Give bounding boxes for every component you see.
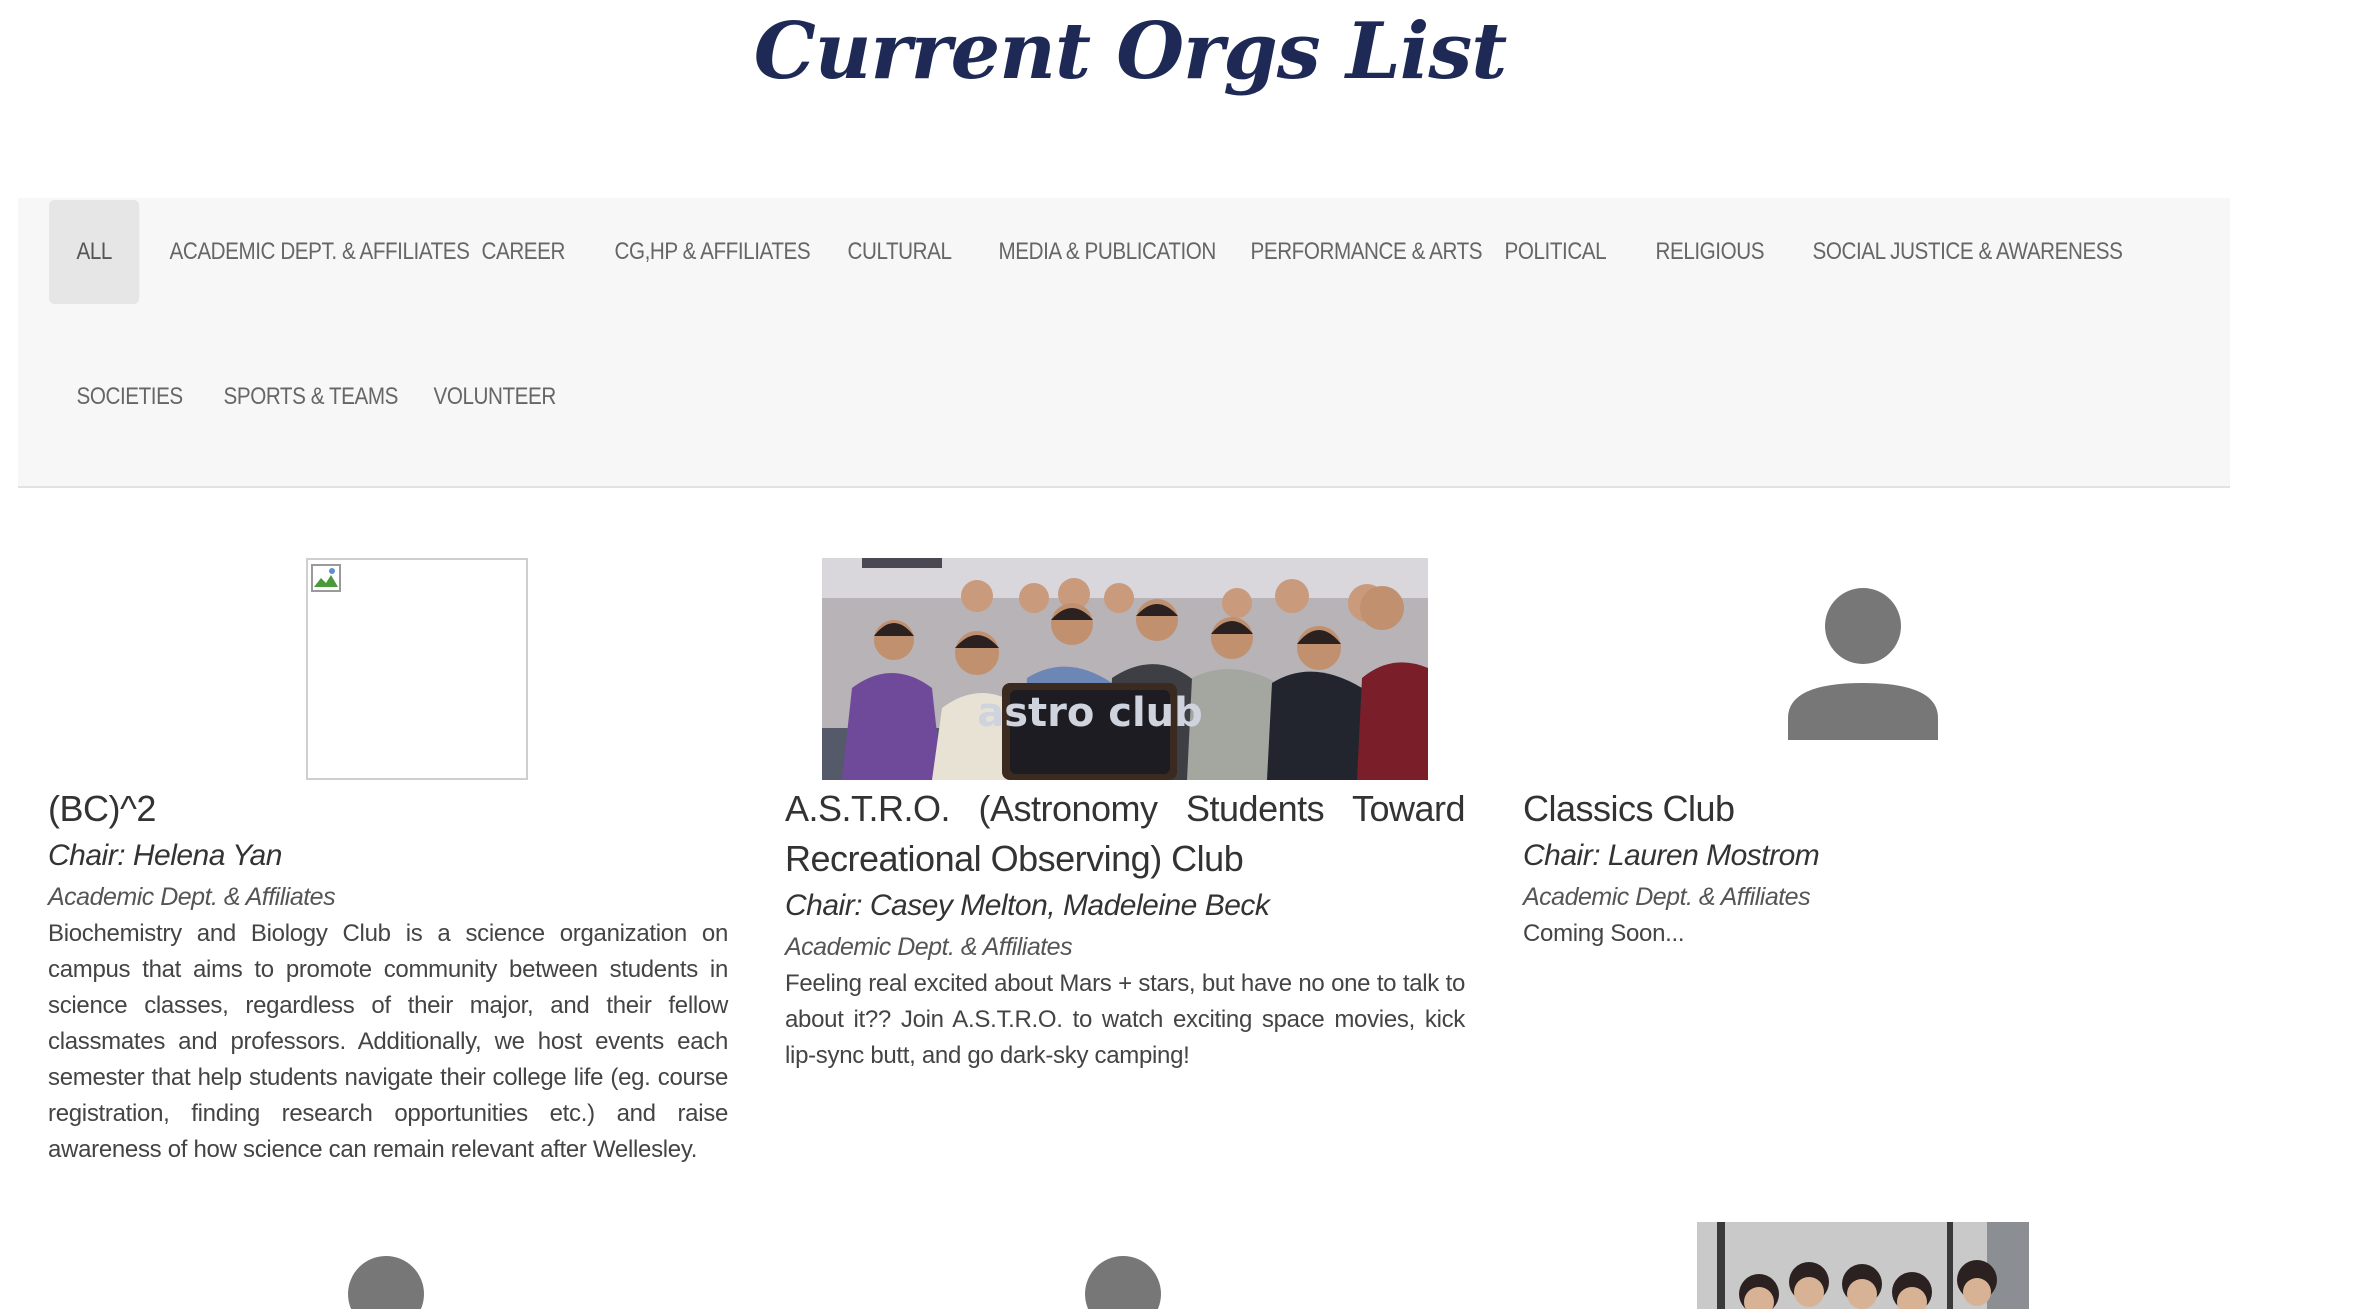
org-description: Coming Soon... (1523, 920, 1685, 947)
org-chair: Chair: Casey Melton, Madeleine Beck (785, 889, 1270, 922)
filter-cghp[interactable]: CG,HP & AFFILIATES (587, 200, 838, 304)
avatar-placeholder-icon (1788, 588, 1938, 740)
filter-political[interactable]: POLITICAL (1477, 200, 1634, 304)
filter-volunteer[interactable]: VOLUNTEER (406, 345, 583, 449)
avatar-placeholder-icon (348, 1256, 424, 1309)
org-description: Biochemistry and Biology Club is a scien… (48, 920, 728, 1163)
org-name[interactable]: A.S.T.R.O. (Astronomy Students Toward Re… (785, 784, 1466, 884)
org-category: Academic Dept. & Affiliates (1523, 883, 1811, 911)
org-card: (BC)^2 Chair: Helena Yan Academic Dept. … (48, 558, 728, 1168)
filter-career[interactable]: CAREER (454, 200, 592, 304)
avatar-placeholder-icon (1085, 1256, 1161, 1309)
org-image-container (1523, 558, 2203, 780)
org-chair: Chair: Helena Yan (48, 839, 282, 872)
filter-societies[interactable]: SOCIETIES (49, 345, 210, 449)
org-card: astro club A.S.T.R.O. (Astronomy Student… (785, 558, 1466, 1074)
sign-text: astro club (977, 690, 1203, 736)
org-name[interactable]: (BC)^2 (48, 784, 728, 834)
filter-sports[interactable]: SPORTS & TEAMS (196, 345, 425, 449)
filter-academic[interactable]: ACADEMIC DEPT. & AFFILIATES (142, 200, 497, 304)
filter-cultural[interactable]: CULTURAL (820, 200, 979, 304)
filter-all[interactable]: ALL (49, 200, 140, 304)
page-title: Current Orgs List (753, 6, 1508, 97)
group-photo (1697, 1222, 2029, 1309)
category-filter-bar: ALL ACADEMIC DEPT. & AFFILIATES CAREER C… (18, 198, 2230, 488)
org-category: Academic Dept. & Affiliates (785, 933, 1073, 961)
org-image-container (48, 558, 728, 780)
org-image-container: astro club (785, 558, 1465, 780)
org-category: Academic Dept. & Affiliates (48, 883, 336, 911)
org-name[interactable]: Classics Club (1523, 784, 2203, 834)
org-description: Feeling real excited about Mars + stars,… (785, 970, 1465, 1069)
org-card: Classics Club Chair: Lauren Mostrom Acad… (1523, 558, 2203, 952)
org-chair: Chair: Lauren Mostrom (1523, 839, 1820, 872)
filter-social-justice[interactable]: SOCIAL JUSTICE & AWARENESS (1785, 200, 2150, 304)
filter-media[interactable]: MEDIA & PUBLICATION (971, 200, 1243, 304)
group-photo: astro club (822, 558, 1428, 780)
filter-performance[interactable]: PERFORMANCE & ARTS (1223, 200, 1510, 304)
filter-religious[interactable]: RELIGIOUS (1628, 200, 1792, 304)
broken-image-icon (306, 558, 528, 780)
